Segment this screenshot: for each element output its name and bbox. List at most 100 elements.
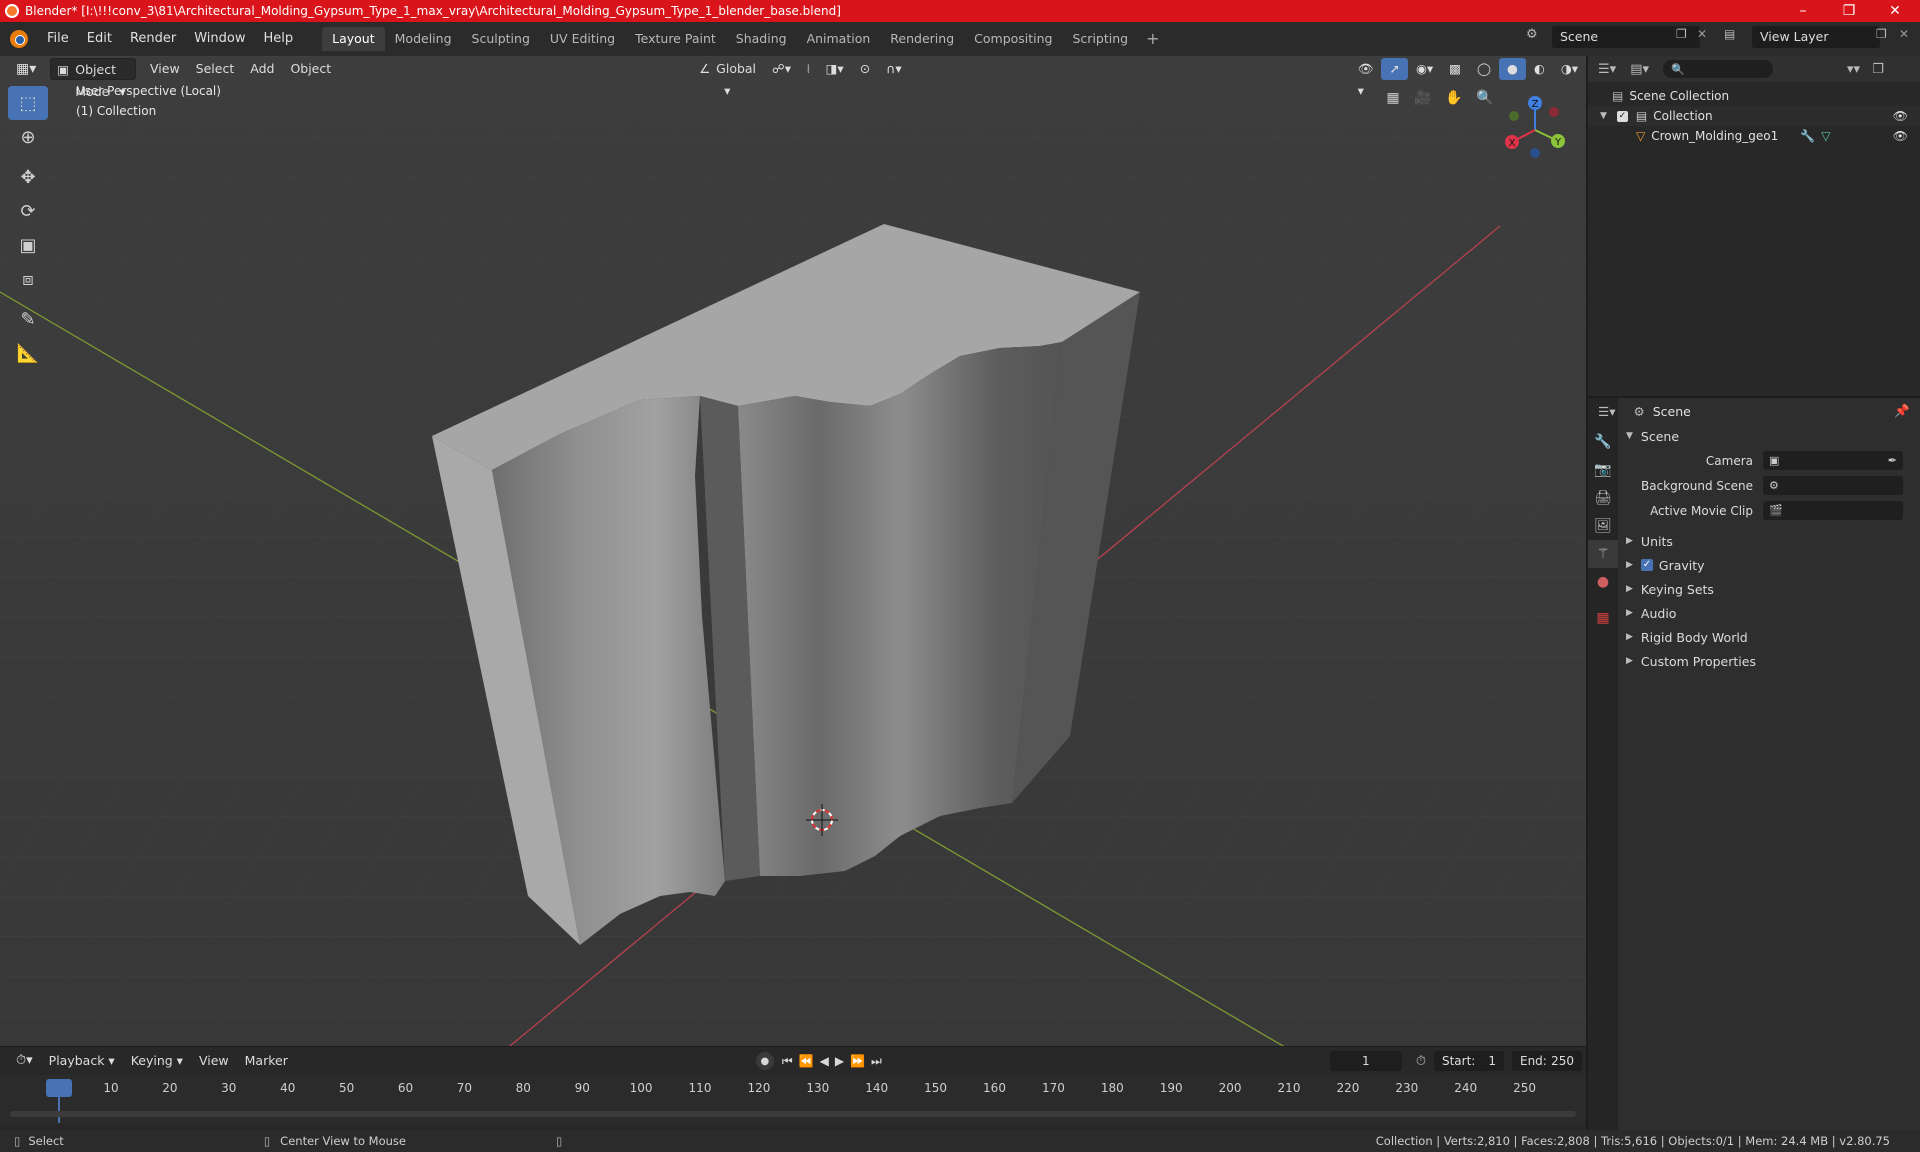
end-frame-field[interactable]: End: 250	[1511, 1051, 1582, 1071]
transform-orientation-dropdown[interactable]: ∠ Global ▾	[694, 58, 764, 98]
annotate-tool-icon[interactable]: ✎	[8, 302, 48, 336]
menu-window[interactable]: Window	[185, 27, 254, 51]
mode-dropdown[interactable]: ▣ Object Mode ▾	[50, 58, 136, 99]
tab-rendering[interactable]: Rendering	[880, 27, 964, 51]
close-button[interactable]: ✕	[1872, 0, 1918, 22]
move-tool-icon[interactable]: ✥	[8, 160, 48, 194]
play-icon[interactable]: ▶	[835, 1054, 844, 1068]
timeline-scrollbar[interactable]	[10, 1111, 1576, 1117]
timeline-menu-keying[interactable]: Keying ▾	[123, 1050, 191, 1072]
filter-icon[interactable]: ▾▾	[1847, 62, 1860, 77]
output-tab-icon[interactable]: 🖨	[1588, 484, 1618, 512]
negative-z-handle[interactable]	[1530, 148, 1540, 158]
view-layer-icon[interactable]: ▤	[1724, 27, 1735, 41]
add-workspace-button[interactable]: +	[1138, 27, 1167, 51]
jump-to-keyframe-back-icon[interactable]: ⏪	[799, 1054, 814, 1068]
eyedropper-icon[interactable]: ✒	[1888, 454, 1897, 467]
play-reverse-icon[interactable]: ◀	[820, 1054, 829, 1068]
mesh-data-icon[interactable]: ▽	[1821, 129, 1830, 143]
tab-layout[interactable]: Layout	[322, 27, 385, 51]
playhead-frame-indicator[interactable]	[46, 1079, 72, 1097]
collection-visibility-eye-icon[interactable]: 👁	[1893, 109, 1908, 123]
tab-sculpting[interactable]: Sculpting	[462, 27, 540, 51]
timeline-menu-playback[interactable]: Playback ▾	[41, 1050, 123, 1072]
tab-shading[interactable]: Shading	[726, 27, 797, 51]
outliner-scene-collection[interactable]: ▤ Scene Collection	[1588, 86, 1920, 106]
jump-to-keyframe-forward-icon[interactable]: ⏩	[850, 1054, 865, 1068]
collection-checkbox[interactable]: ✓	[1616, 110, 1628, 122]
tab-compositing[interactable]: Compositing	[964, 27, 1062, 51]
wireframe-shading-icon[interactable]: ◯	[1469, 58, 1499, 80]
maximize-button[interactable]: ❐	[1826, 0, 1872, 22]
viewport-menu-select[interactable]: Select	[188, 58, 243, 80]
snap-target-icon[interactable]: ◨▾	[818, 58, 852, 80]
units-panel-header[interactable]: ▶ Units	[1618, 529, 1920, 553]
outliner-collection-row[interactable]: ▼ ✓ ▤ Collection 👁	[1588, 106, 1920, 126]
gravity-checkbox[interactable]: ✓	[1640, 559, 1653, 571]
toggle-grid-view-icon[interactable]: ▦	[1380, 85, 1406, 111]
gravity-panel-header[interactable]: ▶ ✓ Gravity	[1618, 553, 1920, 577]
negative-x-handle[interactable]	[1549, 107, 1559, 117]
view-layer-field[interactable]: View Layer	[1752, 26, 1880, 48]
tool-tab-icon[interactable]: 🔧	[1588, 428, 1618, 456]
viewport-menu-view[interactable]: View	[142, 58, 188, 80]
view-layer-tab-icon[interactable]: 🖼	[1588, 512, 1618, 540]
camera-view-icon[interactable]: 🎥	[1410, 85, 1436, 111]
new-scene-icon[interactable]: ❐	[1676, 27, 1687, 41]
overlay-toggle-icon[interactable]: ◉▾	[1408, 58, 1441, 80]
delete-view-layer-icon[interactable]: ✕	[1899, 27, 1909, 41]
start-frame-field[interactable]: Start: 1	[1433, 1051, 1504, 1071]
rotate-tool-icon[interactable]: ⟳	[8, 194, 48, 228]
3d-viewport[interactable]: ▦▾ ▣ Object Mode ▾ View Select Add Objec…	[0, 56, 1586, 1046]
tab-uv-editing[interactable]: UV Editing	[540, 27, 625, 51]
menu-file[interactable]: File	[38, 27, 78, 51]
active-movie-clip-field[interactable]: 🎬	[1763, 501, 1903, 520]
menu-edit[interactable]: Edit	[78, 27, 121, 51]
scene-panel-header[interactable]: ▼ Scene	[1618, 424, 1920, 448]
timeline-menu-marker[interactable]: Marker	[237, 1050, 296, 1072]
preview-range-icon[interactable]: ⏱	[1416, 1054, 1426, 1069]
rigid-body-world-panel-header[interactable]: ▶ Rigid Body World	[1618, 625, 1920, 649]
expand-arrow-icon[interactable]: ▼	[1600, 111, 1607, 121]
camera-field[interactable]: ▣ ✒	[1763, 451, 1903, 470]
select-box-tool-icon[interactable]: ⬚	[8, 86, 48, 120]
delete-scene-icon[interactable]: ✕	[1697, 27, 1707, 41]
tab-scripting[interactable]: Scripting	[1063, 27, 1139, 51]
timeline-menu-view[interactable]: View	[191, 1050, 237, 1072]
record-button-icon[interactable]: ●	[755, 1052, 774, 1070]
outliner-search-input[interactable]: 🔍	[1663, 60, 1773, 78]
jump-to-end-icon[interactable]: ⏭	[871, 1054, 882, 1069]
solid-shading-icon[interactable]: ●	[1498, 58, 1526, 80]
background-scene-field[interactable]: ⚙	[1763, 476, 1903, 495]
tab-animation[interactable]: Animation	[797, 27, 881, 51]
keying-sets-panel-header[interactable]: ▶ Keying Sets	[1618, 577, 1920, 601]
viewport-menu-add[interactable]: Add	[242, 58, 282, 80]
scene-tab-icon[interactable]: ⚚	[1588, 540, 1618, 568]
object-visibility-eye-icon[interactable]: 👁	[1893, 129, 1908, 143]
zoom-view-icon[interactable]: 🔍	[1472, 85, 1498, 111]
modifier-wrench-icon[interactable]: 🔧	[1800, 129, 1815, 143]
falloff-icon[interactable]: ∩▾	[878, 58, 909, 80]
outliner-object-row[interactable]: ▽ Crown_Molding_geo1 🔧 ▽ 👁	[1588, 126, 1920, 146]
transform-tool-icon[interactable]: ⧈	[8, 262, 48, 296]
current-frame-field[interactable]: 1	[1329, 1051, 1402, 1071]
world-tab-icon[interactable]: ●	[1588, 568, 1618, 596]
rendered-shading-icon[interactable]: ◑▾	[1553, 58, 1586, 80]
pin-icon[interactable]: 📌	[1894, 403, 1910, 419]
audio-panel-header[interactable]: ▶ Audio	[1618, 601, 1920, 625]
scene-selector-icon[interactable]: ⚙	[1526, 27, 1538, 42]
outliner-editor-type-icon[interactable]: ☰▾	[1598, 62, 1616, 77]
editor-type-icon[interactable]: ▦▾	[8, 58, 44, 80]
display-mode-icon[interactable]: ▤▾	[1630, 62, 1649, 77]
menu-render[interactable]: Render	[121, 27, 185, 51]
new-collection-icon[interactable]: ❐	[1872, 62, 1884, 77]
visibility-icon[interactable]: 👁▾	[1350, 58, 1382, 98]
navigation-gizmo[interactable]: Z Y X	[1500, 90, 1570, 160]
timeline-ruler[interactable]: 1102030405060708090100110120130140150160…	[0, 1075, 1586, 1123]
properties-editor-type-icon[interactable]: ☰▾	[1598, 404, 1615, 419]
gizmo-toggle-icon[interactable]: ➚	[1381, 58, 1408, 80]
cursor-tool-icon[interactable]: ⊕	[8, 120, 48, 154]
negative-y-handle[interactable]	[1509, 111, 1519, 121]
menu-help[interactable]: Help	[255, 27, 303, 51]
material-shading-icon[interactable]: ◐	[1526, 58, 1553, 80]
